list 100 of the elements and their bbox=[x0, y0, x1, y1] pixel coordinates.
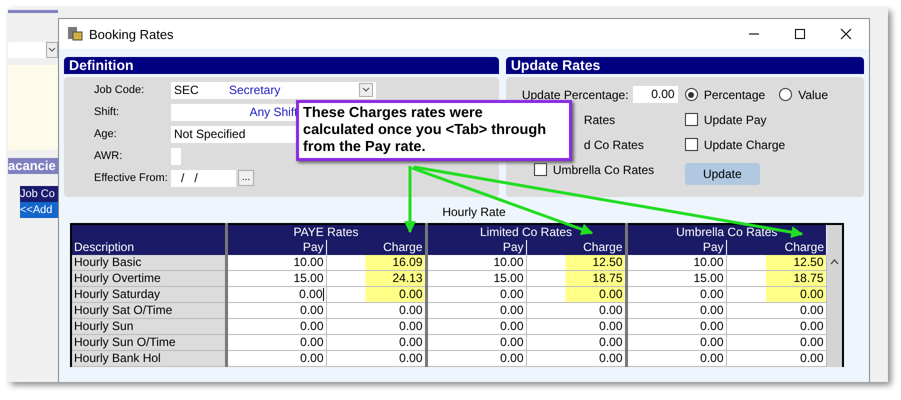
table-cell[interactable]: 0.00 bbox=[526, 350, 626, 366]
table-cell: Hourly Sat O/Time bbox=[71, 302, 226, 318]
table-cell[interactable]: 10.00 bbox=[226, 255, 326, 270]
column-header: Charge bbox=[326, 240, 426, 255]
column-header: Pay bbox=[426, 240, 526, 255]
column-header: Pay bbox=[226, 240, 326, 255]
list-item[interactable]: Job Co bbox=[20, 186, 58, 202]
checkbox[interactable] bbox=[534, 163, 547, 176]
table-cell[interactable]: 0.00 bbox=[726, 286, 826, 302]
radio-label: Value bbox=[798, 88, 828, 102]
list-item[interactable]: <<Add bbox=[20, 202, 58, 218]
column-header: Charge bbox=[526, 240, 626, 255]
table-cell[interactable]: 0.00 bbox=[226, 350, 326, 366]
table-cell[interactable]: 0.00 bbox=[626, 350, 726, 366]
table-cell[interactable]: 10.00 bbox=[626, 255, 726, 270]
table-cell[interactable]: 12.50 bbox=[726, 255, 826, 270]
checkbox[interactable] bbox=[684, 138, 698, 151]
dropdown-icon[interactable] bbox=[46, 42, 58, 58]
table-cell[interactable]: 0.00 bbox=[326, 302, 426, 318]
table-cell[interactable]: 0.00 bbox=[626, 302, 726, 318]
column-header: Description bbox=[71, 240, 226, 255]
table-cell[interactable]: 0.00 bbox=[726, 318, 826, 334]
table-cell: Hourly Sun bbox=[71, 318, 226, 334]
window-icon bbox=[67, 24, 83, 44]
table-cell: Hourly Sun O/Time bbox=[71, 334, 226, 350]
table-cell[interactable]: 15.00 bbox=[626, 270, 726, 286]
table-cell[interactable]: 0.00 bbox=[626, 286, 726, 302]
table-cell[interactable]: 0.00 bbox=[526, 318, 626, 334]
table-cell[interactable]: 12.50 bbox=[526, 255, 626, 270]
table-cell: Hourly Saturday bbox=[71, 286, 226, 302]
table-cell[interactable]: 0.00 bbox=[426, 334, 526, 350]
radio-button[interactable] bbox=[779, 88, 792, 101]
checkbox-label: Umbrella Co Rates bbox=[552, 162, 654, 176]
checkbox-label: Rates bbox=[584, 112, 616, 126]
column-group-header: Limited Co Rates bbox=[426, 224, 626, 240]
column-header: Pay bbox=[626, 240, 726, 255]
input-field[interactable] bbox=[171, 148, 181, 164]
table-cell[interactable]: 18.75 bbox=[726, 270, 826, 286]
table-cell[interactable]: 10.00 bbox=[426, 255, 526, 270]
table-cell[interactable]: 24.13 bbox=[326, 270, 426, 286]
table-cell[interactable]: 0.00 bbox=[726, 302, 826, 318]
table-cell: Hourly Basic bbox=[71, 255, 226, 270]
table-cell[interactable]: 0.00 bbox=[226, 318, 326, 334]
table-cell[interactable]: 0.00 bbox=[726, 350, 826, 366]
combo-field[interactable]: SEC Secretary bbox=[171, 82, 376, 98]
field-label: Age: bbox=[94, 128, 118, 140]
field-value: Secretary bbox=[229, 82, 280, 98]
close-icon[interactable] bbox=[838, 26, 854, 42]
table-cell[interactable]: 15.00 bbox=[426, 270, 526, 286]
table-cell[interactable]: 16.09 bbox=[326, 255, 426, 270]
table-cell[interactable]: 0.00 bbox=[426, 318, 526, 334]
scroll-up-icon[interactable] bbox=[830, 259, 839, 265]
dropdown-button[interactable] bbox=[359, 83, 373, 97]
field-label: Effective From: bbox=[94, 172, 169, 184]
column-group-header: Umbrella Co Rates bbox=[626, 224, 826, 240]
maximize-icon[interactable] bbox=[792, 26, 808, 42]
checkbox-label: Update Pay bbox=[704, 112, 767, 126]
date-field[interactable]: / / bbox=[171, 170, 236, 186]
table-cell[interactable]: 0.00 bbox=[626, 334, 726, 350]
input-field[interactable]: 0.00 bbox=[632, 86, 678, 103]
table-cell[interactable]: 0.00 bbox=[326, 334, 426, 350]
table-cell[interactable]: 0.00 bbox=[426, 350, 526, 366]
radio-label: Percentage bbox=[704, 88, 766, 102]
radio-button[interactable] bbox=[684, 88, 698, 101]
section-header: Update Rates bbox=[506, 57, 864, 74]
table-cell[interactable]: 18.75 bbox=[526, 270, 626, 286]
table-cell[interactable]: 0.00 bbox=[526, 302, 626, 318]
field-label: AWR: bbox=[94, 150, 124, 162]
table-cell[interactable]: 0.00 bbox=[226, 302, 326, 318]
caret-icon bbox=[362, 87, 370, 93]
table-cell[interactable]: 0.00 bbox=[626, 318, 726, 334]
field-label: Update Percentage: bbox=[522, 88, 629, 102]
combo-field[interactable] bbox=[8, 42, 58, 58]
table-cell[interactable]: 0.00 bbox=[426, 286, 526, 302]
checkbox[interactable] bbox=[684, 113, 698, 126]
checkbox-label: d Co Rates bbox=[584, 138, 644, 152]
table-cell: Hourly Bank Hol bbox=[71, 350, 226, 366]
table-cell[interactable]: 15.00 bbox=[226, 270, 326, 286]
column-header: Charge bbox=[726, 240, 826, 255]
table-caption: Hourly Rate bbox=[441, 205, 507, 219]
table-cell[interactable]: 0.00 bbox=[426, 302, 526, 318]
table-cell[interactable]: 0.00 bbox=[326, 286, 426, 302]
table-cell[interactable]: 0.00 bbox=[226, 286, 326, 302]
table-cell[interactable]: 0.00 bbox=[726, 334, 826, 350]
field-label: Shift: bbox=[94, 106, 120, 118]
checkbox-label: Update Charge bbox=[704, 138, 786, 152]
table-cell[interactable]: 0.00 bbox=[326, 350, 426, 366]
table-cell[interactable]: 0.00 bbox=[526, 334, 626, 350]
column-group-header: PAYE Rates bbox=[226, 224, 426, 240]
section-header: Definition bbox=[64, 57, 499, 74]
table-cell[interactable]: 0.00 bbox=[326, 318, 426, 334]
window-title: Booking Rates bbox=[89, 26, 175, 42]
callout-tooltip: These Charges rates were calculated once you <Tab> through from the Pay rate. bbox=[296, 100, 572, 161]
table-cell[interactable]: 0.00 bbox=[526, 286, 626, 302]
table-cell: Hourly Overtime bbox=[71, 270, 226, 286]
date-picker-button[interactable]: ... bbox=[238, 170, 254, 186]
field-label: Job Code: bbox=[94, 84, 146, 96]
table-cell[interactable]: 0.00 bbox=[226, 334, 326, 350]
field-value: SEC bbox=[174, 82, 200, 98]
update-button[interactable]: Update bbox=[684, 163, 760, 185]
